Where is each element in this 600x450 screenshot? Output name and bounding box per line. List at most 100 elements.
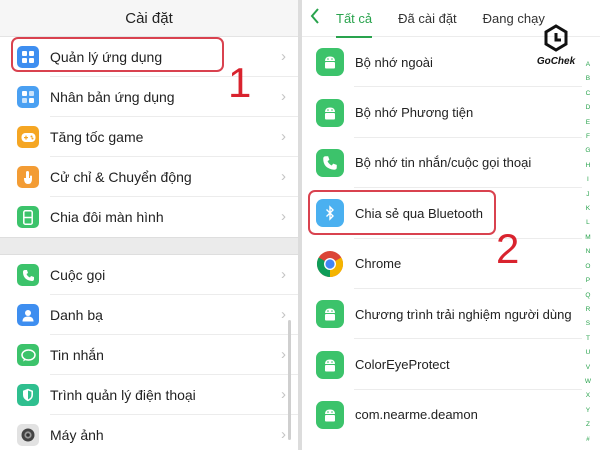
tab-installed[interactable]: Đã cài đặt (398, 11, 457, 26)
app-item-label: com.nearme.deamon (355, 407, 478, 423)
chevron-right-icon: › (281, 88, 286, 105)
phone-icon (17, 264, 39, 286)
alphabet-letter[interactable]: U (585, 346, 591, 360)
app-item-user-experience-program[interactable]: Chương trình trải nghiệm người dùng (302, 289, 600, 340)
gamepad-icon (17, 126, 39, 148)
alphabet-letter[interactable]: L (585, 216, 591, 230)
chevron-right-icon: › (281, 48, 286, 65)
alphabet-letter[interactable]: Z (585, 418, 591, 432)
clone-apps-icon (17, 86, 39, 108)
camera-icon (17, 424, 39, 446)
chevron-right-icon: › (281, 128, 286, 145)
brand-logo: GoChek (526, 24, 586, 72)
chevron-right-icon: › (281, 346, 286, 363)
scrollbar[interactable] (288, 320, 291, 440)
app-item-label: Bộ nhớ tin nhắn/cuộc gọi thoại (355, 155, 532, 171)
alphabet-letter[interactable]: C (585, 87, 591, 101)
back-arrow-icon[interactable] (310, 7, 336, 30)
android-icon (316, 48, 344, 77)
android-icon (316, 350, 344, 379)
android-icon (316, 98, 344, 127)
alphabet-letter[interactable]: V (585, 361, 591, 375)
settings-item-calls[interactable]: Cuộc gọi › (0, 255, 298, 295)
settings-item-label: Tăng tốc game (50, 129, 144, 145)
alphabet-letter[interactable]: W (585, 375, 591, 389)
settings-item-label: Nhân bản ứng dụng (50, 89, 175, 105)
alphabet-letter[interactable]: G (585, 144, 591, 158)
hand-gesture-icon (17, 166, 39, 188)
settings-group-2: Cuộc gọi › Danh bạ › Tin nhắn › Trình qu… (0, 255, 298, 450)
chevron-right-icon: › (281, 386, 286, 403)
phone-icon (316, 148, 344, 177)
gochek-logo-icon (544, 24, 568, 52)
settings-item-split-screen[interactable]: Chia đôi màn hình › (0, 197, 298, 237)
chevron-right-icon: › (281, 426, 286, 443)
alphabet-letter[interactable]: J (585, 188, 591, 202)
android-icon (316, 300, 344, 329)
step-number-2: 2 (496, 225, 520, 272)
app-list: Bộ nhớ ngoài Bộ nhớ Phương tiện Bộ nhớ t… (302, 37, 600, 440)
settings-item-gestures[interactable]: Cử chỉ & Chuyển động › (0, 157, 298, 197)
settings-item-label: Danh bạ (50, 307, 103, 323)
settings-item-label: Cuộc gọi (50, 267, 106, 283)
app-item-nearme-deamon[interactable]: com.nearme.deamon (302, 390, 600, 440)
alphabet-letter[interactable]: H (585, 159, 591, 173)
settings-item-game-boost[interactable]: Tăng tốc game › (0, 117, 298, 157)
chrome-icon (316, 250, 344, 278)
chevron-right-icon: › (281, 208, 286, 225)
alphabet-letter[interactable]: O (585, 260, 591, 274)
app-item-label: Bộ nhớ Phương tiện (355, 105, 474, 121)
settings-item-messages[interactable]: Tin nhắn › (0, 335, 298, 375)
chevron-right-icon: › (281, 306, 286, 323)
app-item-label: Bộ nhớ ngoài (355, 54, 433, 70)
alphabet-letter[interactable]: X (585, 389, 591, 403)
app-item-media-storage[interactable]: Bộ nhớ Phương tiện (302, 87, 600, 138)
app-item-coloreyeprotect[interactable]: ColorEyeProtect (302, 339, 600, 390)
settings-panel: Cài đặt Quản lý ứng dụng › Nhân bản ứng … (0, 0, 298, 450)
app-list-panel: Tất cả Đã cài đặt Đang chạy Bộ nhớ ngoài… (302, 0, 600, 450)
settings-title: Cài đặt (0, 0, 298, 37)
split-screen-icon (17, 206, 39, 228)
alphabet-letter[interactable]: N (585, 245, 591, 259)
alphabet-letter[interactable]: R (585, 303, 591, 317)
app-item-label: Chrome (355, 256, 402, 272)
highlight-box-app-management (11, 37, 224, 72)
app-item-call-message-storage[interactable]: Bộ nhớ tin nhắn/cuộc gọi thoại (302, 138, 600, 189)
settings-item-label: Trình quản lý điện thoại (50, 387, 196, 403)
alphabet-letter[interactable]: Y (585, 404, 591, 418)
settings-item-label: Cử chỉ & Chuyển động (50, 169, 192, 185)
alphabet-letter[interactable]: F (585, 130, 591, 144)
alphabet-letter[interactable]: K (585, 202, 591, 216)
alphabet-letter[interactable]: E (585, 116, 591, 130)
shield-icon (17, 384, 39, 406)
settings-item-app-clone[interactable]: Nhân bản ứng dụng › (0, 77, 298, 117)
alphabet-letter[interactable]: # (585, 433, 591, 447)
settings-item-label: Chia đôi màn hình (50, 209, 164, 225)
alphabet-letter[interactable]: P (585, 274, 591, 288)
message-icon (17, 344, 39, 366)
app-item-label: ColorEyeProtect (355, 357, 450, 373)
android-icon (316, 400, 344, 429)
contacts-icon (17, 304, 39, 326)
brand-name: GoChek (536, 56, 576, 67)
app-item-label: Chương trình trải nghiệm người dùng (355, 306, 572, 322)
app-item-chrome[interactable]: Chrome (302, 239, 600, 289)
alphabet-letter[interactable]: B (585, 72, 591, 86)
settings-item-label: Tin nhắn (50, 347, 104, 363)
chevron-right-icon: › (281, 168, 286, 185)
settings-item-phone-manager[interactable]: Trình quản lý điện thoại › (0, 375, 298, 415)
alphabet-letter[interactable]: T (585, 332, 591, 346)
settings-item-contacts[interactable]: Danh bạ › (0, 295, 298, 335)
alphabet-letter[interactable]: I (585, 173, 591, 187)
tab-all[interactable]: Tất cả (336, 11, 373, 38)
highlight-box-bluetooth-share (308, 190, 496, 235)
alphabet-letter[interactable]: Q (585, 289, 591, 303)
chevron-right-icon: › (281, 266, 286, 283)
alphabet-letter[interactable]: M (585, 231, 591, 245)
settings-item-label: Máy ảnh (50, 427, 104, 443)
alphabet-index[interactable]: A B C D E F G H I J K L M N O P Q R S T U V W X Y Z # (585, 58, 591, 447)
alphabet-letter[interactable]: D (585, 101, 591, 115)
step-number-1: 1 (228, 59, 252, 106)
settings-item-camera[interactable]: Máy ảnh › (0, 415, 298, 450)
alphabet-letter[interactable]: S (585, 317, 591, 331)
